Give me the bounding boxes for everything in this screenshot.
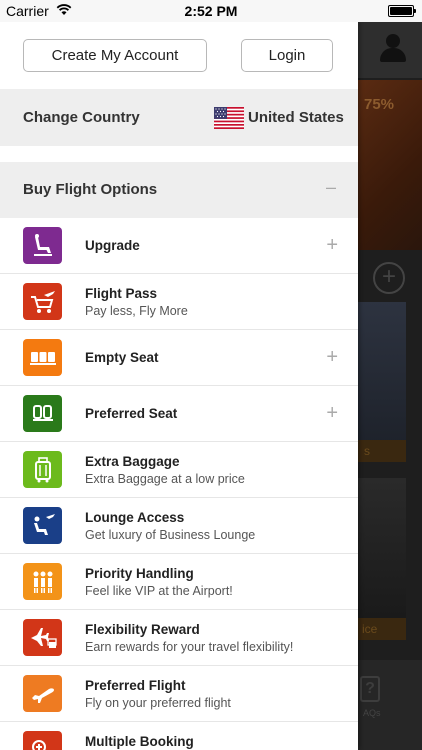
status-bar: Carrier 2:52 PM: [0, 0, 422, 22]
menu-item-flight-pass[interactable]: Flight Pass Pay less, Fly More: [0, 274, 358, 330]
seat-recline-icon: [23, 227, 62, 264]
login-button[interactable]: Login: [241, 39, 333, 72]
battery-icon: [388, 5, 416, 17]
double-seat-icon: [23, 395, 62, 432]
people-icon: [23, 563, 62, 600]
menu-item-subtitle: Feel like VIP at the Airport!: [85, 584, 233, 598]
collapse-icon[interactable]: –: [326, 177, 336, 198]
plane-money-icon: [23, 619, 62, 656]
menu-item-subtitle: Pay less, Fly More: [85, 304, 188, 318]
faq-icon: ?: [360, 676, 380, 702]
menu-item-empty-seat[interactable]: Empty Seat +: [0, 330, 358, 386]
menu-item-title: Empty Seat: [85, 350, 159, 365]
menu-item-flexibility-reward[interactable]: Flexibility Reward Earn rewards for your…: [0, 610, 358, 666]
menu-item-subtitle: Fly on your preferred flight: [85, 696, 231, 710]
expand-icon[interactable]: +: [326, 234, 338, 257]
change-country-row[interactable]: Change Country United States: [0, 89, 358, 146]
selected-country: United States: [248, 109, 344, 126]
background-faq-tab: [358, 660, 422, 750]
profile-icon[interactable]: [378, 32, 408, 64]
menu-item-title: Upgrade: [85, 238, 140, 253]
buy-flight-options-header[interactable]: Buy Flight Options –: [0, 162, 358, 218]
lounge-icon: [23, 507, 62, 544]
create-account-button[interactable]: Create My Account: [23, 39, 207, 72]
menu-item-subtitle: Extra Baggage at a low price: [85, 472, 245, 486]
menu-item-title: Flight Pass: [85, 286, 158, 301]
menu-item-subtitle: Earn rewards for your travel flexibility…: [85, 640, 294, 654]
menu-item-title: Preferred Flight: [85, 678, 186, 693]
menu-item-title: Priority Handling: [85, 566, 194, 581]
expand-icon[interactable]: +: [326, 346, 338, 369]
clock-label: 2:52 PM: [184, 3, 238, 19]
background-tile: [358, 478, 406, 618]
change-country-label: Change Country: [23, 109, 140, 126]
seat-row-icon: [23, 339, 62, 376]
menu-item-title: Preferred Seat: [85, 406, 178, 421]
multi-booking-icon: [23, 731, 62, 750]
cart-plane-icon: [23, 283, 62, 320]
background-tile-label: s: [358, 440, 406, 462]
menu-item-upgrade[interactable]: Upgrade +: [0, 218, 358, 274]
menu-item-subtitle: Get luxury of Business Lounge: [85, 528, 256, 542]
menu-item-extra-baggage[interactable]: Extra Baggage Extra Baggage at a low pri…: [0, 442, 358, 498]
menu-item-preferred-seat[interactable]: Preferred Seat +: [0, 386, 358, 442]
us-flag-icon: [214, 107, 244, 129]
menu-item-title: Extra Baggage: [85, 454, 180, 469]
menu-item-title: Flexibility Reward: [85, 622, 200, 637]
menu-item-multiple-booking[interactable]: Multiple Booking: [0, 722, 358, 750]
menu-item-lounge-access[interactable]: Lounge Access Get luxury of Business Lou…: [0, 498, 358, 554]
expand-icon[interactable]: +: [326, 402, 338, 425]
menu-item-priority-handling[interactable]: Priority Handling Feel like VIP at the A…: [0, 554, 358, 610]
background-tile-label: ice: [358, 618, 406, 640]
menu-item-preferred-flight[interactable]: Preferred Flight Fly on your preferred f…: [0, 666, 358, 722]
background-faq-label: AQs: [363, 708, 381, 718]
side-drawer: Create My Account Login Change Country U…: [0, 22, 358, 750]
account-actions: Create My Account Login: [0, 22, 358, 89]
menu-item-title: Multiple Booking: [85, 734, 194, 749]
section-spacer: [0, 146, 358, 162]
background-add-icon: +: [373, 262, 405, 294]
takeoff-icon: [23, 675, 62, 712]
luggage-icon: [23, 451, 62, 488]
background-tile: [358, 302, 406, 462]
menu-item-title: Lounge Access: [85, 510, 185, 525]
section-title: Buy Flight Options: [23, 181, 158, 198]
background-banner-text: 75%: [364, 96, 395, 113]
